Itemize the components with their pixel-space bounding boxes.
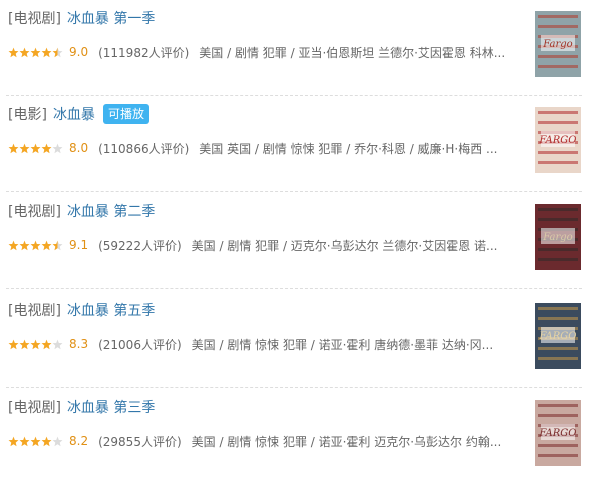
star-icon (41, 339, 52, 349)
result-item: [电影] 冰血暴 可播放 8.0 (110866人评价) 美国 英国 / 剧情 … (0, 96, 586, 192)
star-icon (52, 47, 63, 57)
star-icon (52, 339, 63, 349)
rating-score: 8.0 (69, 141, 89, 155)
poster-logo-text: FARGO (538, 135, 576, 146)
star-rating (8, 46, 63, 58)
playable-badge[interactable]: 可播放 (102, 104, 149, 124)
result-item: [电视剧] 冰血暴 第五季 8.3 (21006人评价) 美国 / 剧情 惊悚 … (0, 292, 586, 388)
poster-thumbnail[interactable]: Fargo (535, 204, 581, 270)
star-icon (8, 339, 19, 349)
star-icon (52, 240, 63, 250)
abstract-text: 美国 / 剧情 犯罪 / 亚当·伯恩斯坦 兰德尔·艾因霍恩 科林... (199, 45, 506, 60)
poster-image: Fargo (535, 11, 581, 77)
divider (6, 387, 582, 388)
type-tag: [电视剧] (8, 11, 61, 27)
type-tag: [电影] (8, 107, 47, 123)
star-rating (8, 142, 63, 154)
rating-score: 9.1 (69, 238, 89, 252)
search-results-list: [电视剧] 冰血暴 第一季 9.0 (111982人评价) 美国 / 剧情 犯罪… (0, 0, 602, 481)
star-icon (8, 436, 19, 446)
result-meta-line: 8.3 (21006人评价) 美国 / 剧情 惊悚 犯罪 / 诺亚·霍利 唐纳德… (8, 334, 518, 354)
result-item: [电视剧] 冰血暴 第三季 8.2 (29855人评价) 美国 / 剧情 惊悚 … (0, 389, 586, 481)
star-icon (52, 143, 63, 153)
star-rating (8, 239, 63, 251)
title-link[interactable]: 冰血暴 第五季 (67, 300, 155, 320)
star-icon (19, 240, 30, 250)
vote-count: (110866人评价) (98, 141, 190, 156)
type-tag: [电视剧] (8, 400, 61, 416)
divider (6, 288, 582, 289)
poster-thumbnail[interactable]: FARGO (535, 303, 581, 369)
star-icon (8, 143, 19, 153)
title-link[interactable]: 冰血暴 第二季 (67, 201, 155, 221)
vote-count: (111982人评价) (98, 45, 190, 60)
star-icon (30, 47, 41, 57)
star-rating (8, 338, 63, 350)
poster-logo-text: Fargo (542, 232, 572, 243)
type-tag: [电视剧] (8, 204, 61, 220)
rating-score: 8.2 (69, 434, 89, 448)
star-icon (41, 240, 52, 250)
vote-count: (21006人评价) (98, 337, 182, 352)
poster-image: FARGO (535, 400, 581, 466)
poster-thumbnail[interactable]: Fargo (535, 11, 581, 77)
title-link[interactable]: 冰血暴 (53, 104, 95, 124)
star-icon (30, 143, 41, 153)
star-icon (41, 436, 52, 446)
star-icon (19, 339, 30, 349)
star-icon (8, 240, 19, 250)
result-title-line: [电影] 冰血暴 可播放 (8, 102, 149, 126)
star-icon (30, 339, 41, 349)
vote-count: (29855人评价) (98, 434, 182, 449)
star-icon (30, 436, 41, 446)
abstract-text: 美国 / 剧情 犯罪 / 迈克尔·乌彭达尔 兰德尔·艾因霍恩 诺... (191, 238, 498, 253)
rating-score: 9.0 (69, 45, 89, 59)
star-icon (19, 436, 30, 446)
result-item: [电视剧] 冰血暴 第一季 9.0 (111982人评价) 美国 / 剧情 犯罪… (0, 0, 586, 96)
star-rating (8, 435, 63, 447)
result-meta-line: 8.2 (29855人评价) 美国 / 剧情 惊悚 犯罪 / 诺亚·霍利 迈克尔… (8, 431, 518, 451)
star-icon (19, 143, 30, 153)
result-title-line: [电视剧] 冰血暴 第二季 (8, 199, 155, 223)
poster-thumbnail[interactable]: FARGO (535, 107, 581, 173)
divider (6, 191, 582, 192)
star-icon (41, 47, 52, 57)
star-icon (41, 143, 52, 153)
result-meta-line: 9.1 (59222人评价) 美国 / 剧情 犯罪 / 迈克尔·乌彭达尔 兰德尔… (8, 235, 518, 255)
abstract-text: 美国 / 剧情 惊悚 犯罪 / 诺亚·霍利 唐纳德·墨菲 达纳·冈... (191, 337, 494, 352)
title-link[interactable]: 冰血暴 第三季 (67, 397, 155, 417)
result-title-line: [电视剧] 冰血暴 第三季 (8, 395, 155, 419)
vote-count: (59222人评价) (98, 238, 182, 253)
poster-image: FARGO (535, 303, 581, 369)
result-item: [电视剧] 冰血暴 第二季 9.1 (59222人评价) 美国 / 剧情 犯罪 … (0, 193, 586, 289)
rating-score: 8.3 (69, 337, 89, 351)
result-title-line: [电视剧] 冰血暴 第一季 (8, 6, 155, 30)
result-meta-line: 9.0 (111982人评价) 美国 / 剧情 犯罪 / 亚当·伯恩斯坦 兰德尔… (8, 42, 518, 62)
star-icon (19, 47, 30, 57)
star-icon (52, 436, 63, 446)
abstract-text: 美国 / 剧情 惊悚 犯罪 / 诺亚·霍利 迈克尔·乌彭达尔 约翰... (191, 434, 502, 449)
poster-logo-text: Fargo (542, 39, 572, 50)
type-tag: [电视剧] (8, 303, 61, 319)
result-meta-line: 8.0 (110866人评价) 美国 英国 / 剧情 惊悚 犯罪 / 乔尔·科恩… (8, 138, 518, 158)
poster-image: FARGO (535, 107, 581, 173)
poster-image: Fargo (535, 204, 581, 270)
poster-logo-text: FARGO (538, 331, 576, 342)
star-icon (8, 47, 19, 57)
title-link[interactable]: 冰血暴 第一季 (67, 8, 155, 28)
poster-logo-text: FARGO (538, 428, 576, 439)
poster-thumbnail[interactable]: FARGO (535, 400, 581, 466)
result-title-line: [电视剧] 冰血暴 第五季 (8, 298, 155, 322)
star-icon (30, 240, 41, 250)
abstract-text: 美国 英国 / 剧情 惊悚 犯罪 / 乔尔·科恩 / 威廉·H·梅西 ... (199, 141, 498, 156)
